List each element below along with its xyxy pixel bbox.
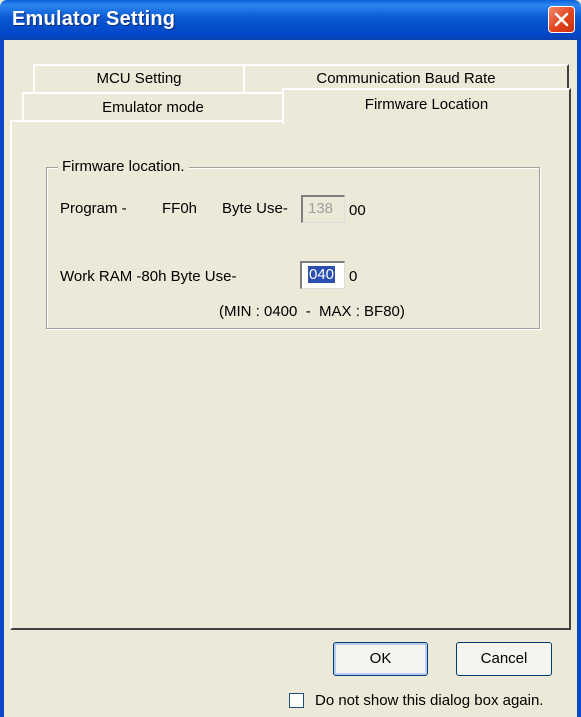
work-ram-label: Work RAM -80h Byte Use- <box>60 268 237 285</box>
close-icon <box>554 12 569 27</box>
work-ram-suffix: 0 <box>349 268 358 285</box>
program-address: FF0h <box>162 200 198 217</box>
group-title: Firmware location. <box>58 158 189 175</box>
work-ram-byte-use-input[interactable]: 040 <box>300 261 345 289</box>
tab-mcu-setting[interactable]: MCU Setting <box>33 64 245 94</box>
dont-show-again-label[interactable]: Do not show this dialog box again. <box>315 692 543 709</box>
title-bar: Emulator Setting <box>0 0 581 40</box>
program-byte-use-label: Byte Use- <box>222 200 288 217</box>
window-frame-right <box>577 40 581 717</box>
range-note: (MIN : 0400 - MAX : BF80) <box>219 303 405 320</box>
program-label: Program - <box>60 200 127 217</box>
tab-firmware-location[interactable]: Firmware Location <box>282 88 571 124</box>
window-title: Emulator Setting <box>12 8 176 30</box>
dont-show-again-checkbox[interactable] <box>289 693 304 708</box>
program-byte-use-value: 138 <box>308 200 334 217</box>
tab-emulator-mode[interactable]: Emulator mode <box>22 92 284 120</box>
window-frame-left <box>0 40 4 717</box>
close-button[interactable] <box>548 6 575 33</box>
ok-button[interactable]: OK <box>333 642 428 676</box>
work-ram-byte-use-value: 040 <box>308 266 336 283</box>
program-suffix: 00 <box>349 202 366 219</box>
cancel-button[interactable]: Cancel <box>456 642 552 676</box>
program-byte-use-field: 138 <box>301 195 345 223</box>
